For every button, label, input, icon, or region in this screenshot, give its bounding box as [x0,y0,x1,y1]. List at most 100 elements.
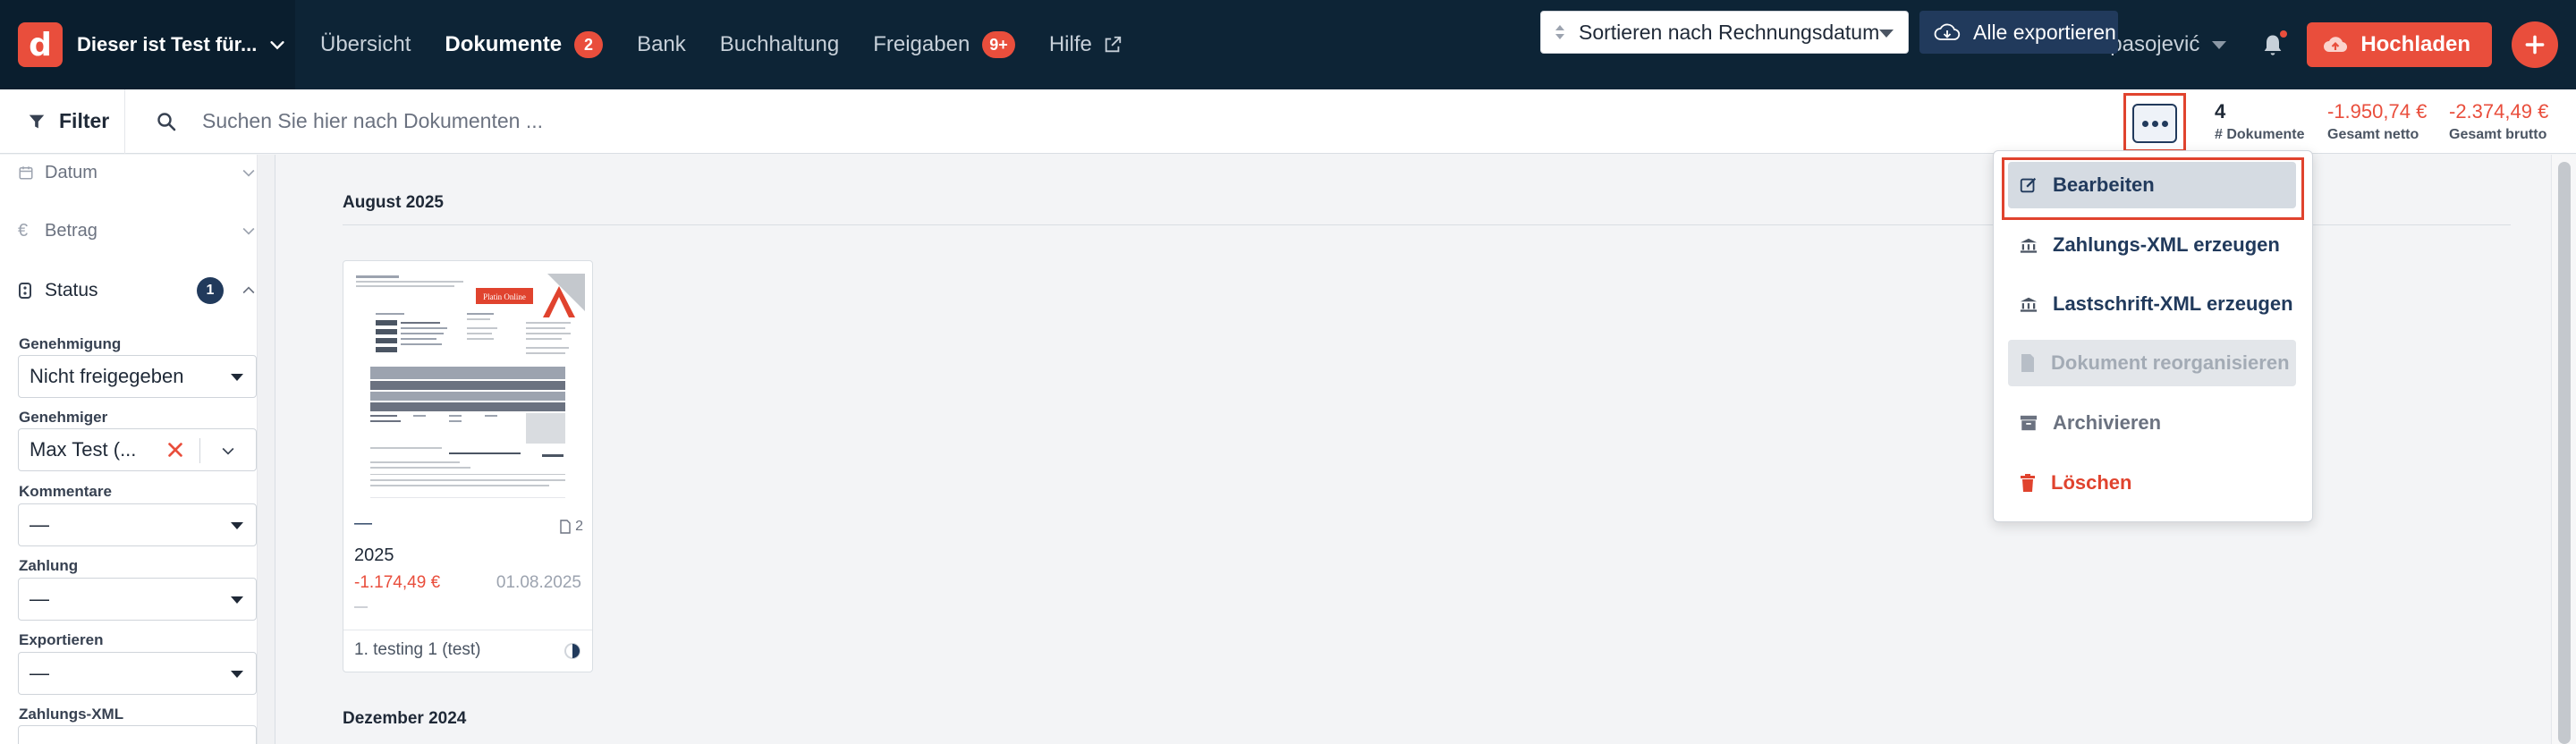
more-actions-button[interactable] [2132,104,2177,143]
approval-select-value: Nicht freigegeben [30,365,184,387]
menu-item-archive[interactable]: Archivieren [2008,400,2296,446]
stat-gross-total: -2.374,49 € Gesamt brutto [2449,100,2548,143]
notifications-button[interactable] [2260,30,2288,57]
caret-down-icon [231,671,243,678]
nav-accounting[interactable]: Buchhaltung [720,32,839,57]
status-icon [18,282,36,300]
calendar-icon [18,165,36,181]
close-icon[interactable] [165,440,185,460]
filter-button[interactable]: Filter [0,89,125,154]
invoice-preview-image: Platin Online [351,268,585,504]
menu-item-reorganize-label: Dokument reorganisieren [2051,351,2290,374]
cloud-upload-icon [2324,37,2348,53]
document-thumbnail: Platin Online [351,268,585,504]
filter-section-amount[interactable]: € Betrag [18,213,258,249]
document-icon [560,520,571,534]
comments-select[interactable]: — [18,503,257,546]
nav-documents-badge: 2 [574,31,604,58]
chevron-down-icon [242,169,255,177]
menu-item-direct-debit-xml[interactable]: Lastschrift-XML erzeugen [2008,281,2296,327]
nav-bank[interactable]: Bank [637,32,686,57]
nav-documents-label: Dokumente [445,32,563,56]
plus-icon [2525,35,2545,55]
add-button[interactable] [2512,21,2558,68]
menu-item-delete-label: Löschen [2051,471,2132,494]
upload-button[interactable]: Hochladen [2307,22,2492,67]
month-header-august-2025: August 2025 [343,193,444,212]
menu-item-reorganize: Dokument reorganisieren [2008,340,2296,386]
payment-xml-label: Zahlungs-XML [19,706,124,723]
nav-accounting-label: Buchhaltung [719,32,840,56]
page-count-value: 2 [575,519,583,534]
notification-dot [2280,30,2288,38]
document-date: 01.08.2025 [496,573,581,592]
export-filter-label: Exportieren [19,631,104,648]
document-title: 2025 [354,545,394,565]
payment-label: Zahlung [19,557,79,574]
nav-approvals-label: Freigaben [873,32,970,56]
document-icon [2021,354,2034,372]
nav-overview-label: Übersicht [320,32,411,56]
company-switcher[interactable]: d Dieser ist Test für... [0,0,295,89]
comments-select-value: — [30,513,49,536]
month-header-december-2024: Dezember 2024 [343,709,467,728]
stat-gross-value: -2.374,49 € [2449,100,2549,123]
menu-item-direct-debit-xml-label: Lastschrift-XML erzeugen [2053,292,2293,315]
filter-sidebar: Datum € Betrag Status 1 Genehmigung Nich… [0,155,275,744]
select-separator [199,438,200,463]
scrollbar-thumb[interactable] [2558,162,2571,744]
menu-item-payment-xml-label: Zahlungs-XML erzeugen [2053,233,2280,256]
menu-item-delete[interactable]: Löschen [2008,460,2296,506]
document-toolbar: Filter [0,89,2576,154]
brand-logo-icon: d [18,22,63,67]
filter-section-date[interactable]: Datum [18,155,258,190]
edit-icon [2020,177,2037,193]
chevron-up-icon [242,286,255,294]
trash-icon [2021,474,2035,492]
stat-net-total: -1.950,74 € Gesamt netto [2327,100,2427,143]
approver-select-value: Max Test (... [30,438,137,461]
chevron-down-icon [270,41,284,50]
filter-section-status-label: Status [45,280,98,300]
stat-net-label: Gesamt netto [2327,127,2419,142]
nav-documents[interactable]: Dokumente 2 [445,31,604,58]
search-bar [156,109,828,133]
sort-select[interactable]: Sortieren nach Rechnungsdatum [1540,11,1909,54]
document-tag-placeholder: — [354,513,372,533]
nav-bank-label: Bank [637,32,686,56]
menu-item-payment-xml[interactable]: Zahlungs-XML erzeugen [2008,222,2296,268]
stat-document-count: 4 # Dokumente [2215,100,2304,143]
filter-label: Filter [59,109,110,132]
company-name: Dieser ist Test für... [77,33,258,55]
page-count: 2 [559,519,583,535]
filter-section-status[interactable]: Status 1 [18,273,258,309]
filter-section-amount-label: Betrag [45,220,97,241]
export-filter-select[interactable]: — [18,652,257,695]
export-all-button[interactable]: Alle exportieren [1919,11,2118,54]
payment-select-value: — [30,588,49,610]
bank-icon [2020,297,2038,312]
search-icon [157,112,176,131]
document-approval-step: 1. testing 1 (test) [354,640,481,659]
nav-approvals[interactable]: Freigaben 9+ [873,31,1015,58]
approval-label: Genehmigung [19,335,122,352]
menu-item-archive-label: Archivieren [2053,411,2162,434]
half-circle-icon [564,643,580,659]
caret-down-icon [2212,40,2227,49]
approval-select[interactable]: Nicht freigegeben [18,355,257,398]
sidebar-scrollbar[interactable] [257,155,275,744]
main-nav: Übersicht Dokumente 2 Bank Buchhaltung Fr… [320,0,1157,89]
cloud-download-icon [1934,23,1961,40]
search-input[interactable] [202,109,828,133]
stat-count-value: 4 [2215,100,2226,123]
nav-overview[interactable]: Übersicht [320,32,411,57]
filter-section-date-label: Datum [45,162,97,182]
payment-xml-select[interactable] [18,725,257,744]
export-filter-select-value: — [30,662,49,684]
payment-select[interactable]: — [18,578,257,621]
approver-select[interactable]: Max Test (... [18,428,257,471]
document-card[interactable]: Platin Online — 2 2025 -1.174,49 € 01.08… [343,260,593,672]
main-scrollbar[interactable] [2551,155,2576,744]
nav-help[interactable]: Hilfe [1049,32,1123,57]
menu-item-edit[interactable]: Bearbeiten [2008,162,2296,208]
